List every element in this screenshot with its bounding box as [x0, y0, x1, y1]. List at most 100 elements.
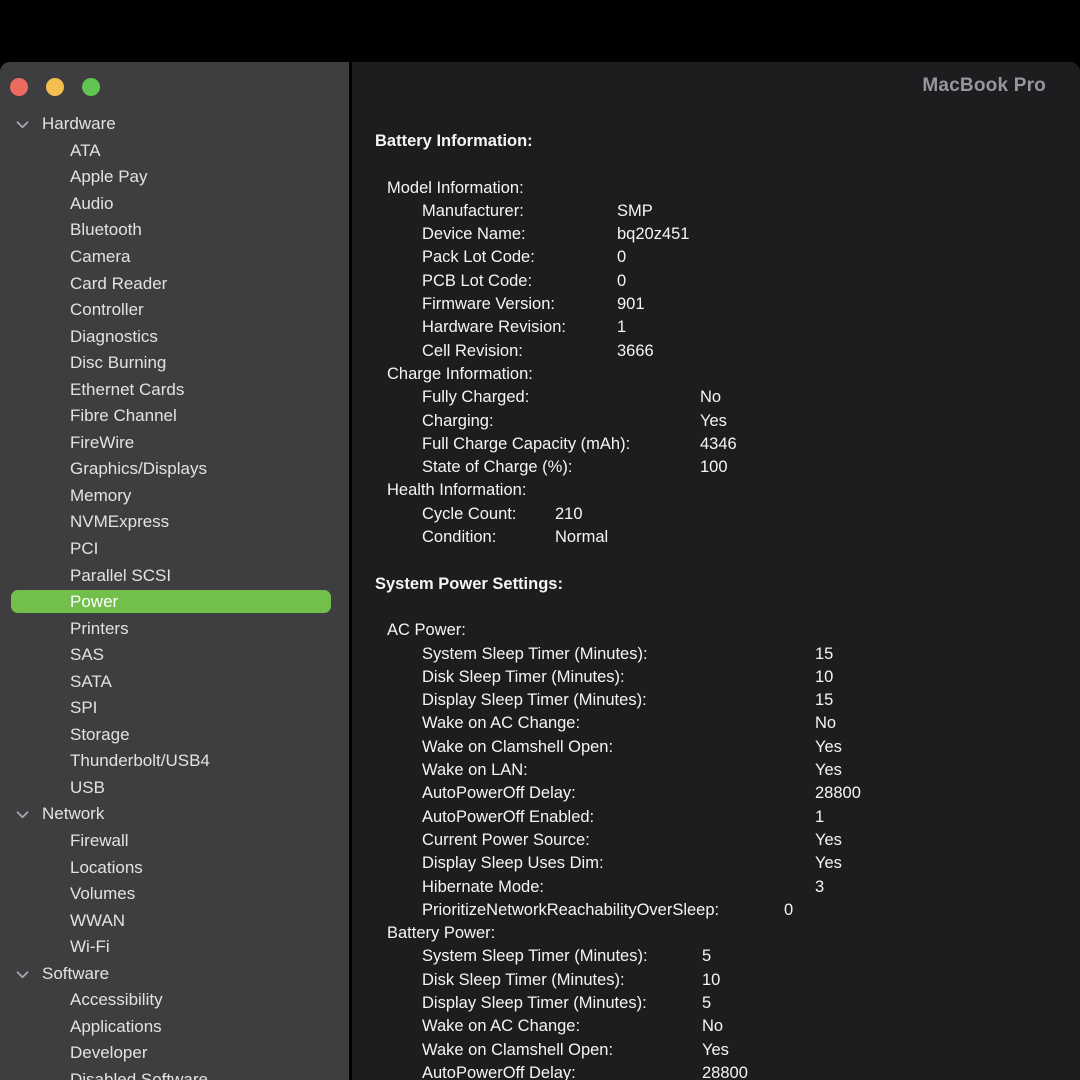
zoom-button[interactable] [82, 78, 100, 96]
sidebar-item-disc-burning[interactable]: Disc Burning [0, 350, 349, 377]
row-value: 15 [815, 643, 833, 666]
sidebar-item-firewire[interactable]: FireWire [0, 430, 349, 457]
sidebar-item-sata[interactable]: SATA [0, 668, 349, 695]
info-row-charging: Charging:Yes [375, 410, 1080, 433]
sidebar-item-memory[interactable]: Memory [0, 483, 349, 510]
sidebar-item-printers[interactable]: Printers [0, 615, 349, 642]
row-label: Wake on Clamshell Open: [422, 736, 815, 759]
sidebar-item-graphics-displays[interactable]: Graphics/Displays [0, 456, 349, 483]
sidebar-item-thunderbolt-usb4[interactable]: Thunderbolt/USB4 [0, 748, 349, 775]
row-label: Disk Sleep Timer (Minutes): [422, 969, 702, 992]
row-value: 5 [702, 945, 711, 968]
minimize-button[interactable] [46, 78, 64, 96]
sidebar-item-pci[interactable]: PCI [0, 536, 349, 563]
report-body: Battery Information:Model Information:Ma… [375, 130, 1080, 1080]
row-value: 4346 [700, 433, 737, 456]
sidebar-item-card-reader[interactable]: Card Reader [0, 270, 349, 297]
close-button[interactable] [10, 78, 28, 96]
sidebar-item-storage[interactable]: Storage [0, 722, 349, 749]
row-label: PrioritizeNetworkReachabilityOverSleep: [422, 899, 784, 922]
sidebar-item-controller[interactable]: Controller [0, 297, 349, 324]
info-row-hibernate-mode: Hibernate Mode:3 [375, 876, 1080, 899]
section-title: System Power Settings: [375, 573, 1080, 596]
row-value: Normal [555, 526, 608, 549]
report-section-system-power-settings: System Power Settings:AC Power:System Sl… [375, 573, 1080, 1080]
sidebar-item-ata[interactable]: ATA [0, 138, 349, 165]
group-label-battery-power: Battery Power: [375, 922, 1080, 945]
sidebar-section-software[interactable]: Software [0, 961, 349, 988]
sidebar-item-label: Disabled Software [0, 1070, 208, 1080]
sidebar-item-label: ATA [0, 141, 101, 161]
sidebar-item-parallel-scsi[interactable]: Parallel SCSI [0, 562, 349, 589]
sidebar-item-wwan[interactable]: WWAN [0, 907, 349, 934]
row-label: Charging: [422, 410, 700, 433]
info-row-cycle-count: Cycle Count:210 [375, 503, 1080, 526]
sidebar-item-diagnostics[interactable]: Diagnostics [0, 323, 349, 350]
info-row-prioritizenetworkreachabilityoversleep: PrioritizeNetworkReachabilityOverSleep:0 [375, 899, 1080, 922]
row-label: Fully Charged: [422, 386, 700, 409]
sidebar-item-label: Apple Pay [0, 167, 148, 187]
sidebar-item-label: Audio [0, 194, 113, 214]
info-row-condition: Condition:Normal [375, 526, 1080, 549]
chevron-down-icon[interactable] [16, 811, 29, 820]
group-label-ac-power: AC Power: [375, 619, 1080, 642]
sidebar-item-sas[interactable]: SAS [0, 642, 349, 669]
sidebar-item-firewall[interactable]: Firewall [0, 828, 349, 855]
sidebar-item-label: Wi-Fi [0, 937, 110, 957]
sidebar-section-hardware[interactable]: Hardware [0, 111, 349, 138]
row-value: 901 [617, 293, 645, 316]
row-label: Firmware Version: [422, 293, 617, 316]
info-row-wake-on-clamshell-open: Wake on Clamshell Open:Yes [375, 736, 1080, 759]
row-value: 1 [815, 806, 824, 829]
sidebar-item-label: Power [0, 592, 118, 612]
info-row-disk-sleep-timer-minutes: Disk Sleep Timer (Minutes):10 [375, 969, 1080, 992]
row-value: 0 [617, 246, 626, 269]
sidebar-item-accessibility[interactable]: Accessibility [0, 987, 349, 1014]
sidebar-item-label: PCI [0, 539, 98, 559]
row-label: PCB Lot Code: [422, 270, 617, 293]
info-row-current-power-source: Current Power Source:Yes [375, 829, 1080, 852]
sidebar-item-wi-fi[interactable]: Wi-Fi [0, 934, 349, 961]
sidebar-item-power[interactable]: Power [0, 589, 349, 616]
chevron-down-icon[interactable] [16, 970, 29, 979]
row-value: bq20z451 [617, 223, 690, 246]
row-label: AutoPowerOff Delay: [422, 782, 815, 805]
info-row-wake-on-clamshell-open: Wake on Clamshell Open:Yes [375, 1039, 1080, 1062]
sidebar-item-fibre-channel[interactable]: Fibre Channel [0, 403, 349, 430]
sidebar-section-network[interactable]: Network [0, 801, 349, 828]
sidebar-item-label: Diagnostics [0, 327, 158, 347]
info-row-state-of-charge: State of Charge (%):100 [375, 456, 1080, 479]
row-value: Yes [702, 1039, 729, 1062]
sidebar-item-camera[interactable]: Camera [0, 244, 349, 271]
info-row-wake-on-ac-change: Wake on AC Change:No [375, 712, 1080, 735]
sidebar-item-audio[interactable]: Audio [0, 191, 349, 218]
sidebar-tree: Hardware ATA Apple Pay Audio BluetoothCamera… [0, 111, 349, 1080]
sidebar-item-apple-pay[interactable]: Apple Pay [0, 164, 349, 191]
info-row-autopoweroff-delay: AutoPowerOff Delay:28800 [375, 782, 1080, 805]
info-row-pack-lot-code: Pack Lot Code:0 [375, 246, 1080, 269]
sidebar-item-locations[interactable]: Locations [0, 854, 349, 881]
row-label: Manufacturer: [422, 200, 617, 223]
row-value: No [815, 712, 836, 735]
sidebar-item-bluetooth[interactable]: Bluetooth [0, 217, 349, 244]
sidebar-item-label: Disc Burning [0, 353, 166, 373]
chevron-down-icon[interactable] [16, 120, 29, 129]
sidebar-item-disabled-software[interactable]: Disabled Software [0, 1067, 349, 1080]
sidebar-item-volumes[interactable]: Volumes [0, 881, 349, 908]
sidebar-item-usb[interactable]: USB [0, 775, 349, 802]
info-row-device-name: Device Name:bq20z451 [375, 223, 1080, 246]
row-value: 210 [555, 503, 583, 526]
sidebar-item-developer[interactable]: Developer [0, 1040, 349, 1067]
row-label: Hibernate Mode: [422, 876, 815, 899]
row-label: AutoPowerOff Delay: [422, 1062, 702, 1080]
row-value: Yes [815, 759, 842, 782]
info-row-autopoweroff-enabled: AutoPowerOff Enabled:1 [375, 806, 1080, 829]
sidebar-item-label: Thunderbolt/USB4 [0, 751, 210, 771]
sidebar-item-spi[interactable]: SPI [0, 695, 349, 722]
row-label: Display Sleep Timer (Minutes): [422, 992, 702, 1015]
sidebar-item-applications[interactable]: Applications [0, 1014, 349, 1041]
sidebar-item-nvmexpress[interactable]: NVMExpress [0, 509, 349, 536]
sidebar-item-ethernet-cards[interactable]: Ethernet Cards [0, 376, 349, 403]
info-row-disk-sleep-timer-minutes: Disk Sleep Timer (Minutes):10 [375, 666, 1080, 689]
group-label-health-information: Health Information: [375, 479, 1080, 502]
